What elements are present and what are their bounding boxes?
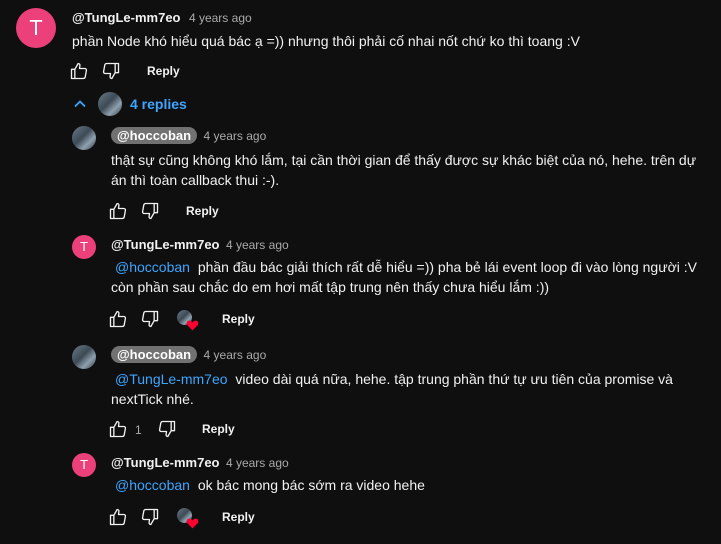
comment-author[interactable]: @TungLe-mm7eo — [72, 10, 181, 25]
comment-header: @TungLe-mm7eo 4 years ago — [72, 9, 252, 27]
like-button[interactable] — [108, 419, 128, 439]
thumb-up-icon — [108, 419, 128, 439]
reply-button[interactable]: Reply — [222, 312, 255, 326]
dislike-button[interactable] — [157, 419, 177, 439]
mention-link[interactable]: @hoccoban — [115, 477, 190, 493]
thumb-down-icon — [157, 419, 177, 439]
dislike-button[interactable] — [140, 309, 160, 329]
reply-button[interactable]: Reply — [222, 510, 255, 524]
thumb-down-icon — [140, 201, 160, 221]
reply-time[interactable]: 4 years ago — [226, 456, 289, 470]
like-count: 1 — [135, 423, 142, 437]
comment-time[interactable]: 4 years ago — [189, 11, 252, 25]
reply-header: @hoccoban 4 years ago — [111, 346, 266, 364]
like-button[interactable] — [108, 507, 128, 527]
reply-text-line: phần đầu bác giải thích rất dễ hiểu =)) … — [197, 259, 697, 275]
commenter-avatar[interactable]: T — [16, 8, 56, 48]
reply-button[interactable]: Reply — [147, 64, 180, 78]
thumb-down-icon — [101, 61, 121, 81]
thumb-up-icon — [108, 201, 128, 221]
reply-author-creator[interactable]: @hoccoban — [111, 346, 198, 363]
reply-text-line: nextTick nhé. — [111, 391, 194, 407]
reply-button[interactable]: Reply — [186, 204, 219, 218]
creator-heart-badge — [177, 310, 199, 332]
thumb-up-icon — [69, 61, 89, 81]
avatar-letter: T — [80, 458, 88, 472]
mention-link[interactable]: @hoccoban — [115, 259, 190, 275]
avatar-letter: T — [29, 16, 43, 40]
dislike-button[interactable] — [140, 507, 160, 527]
reply-avatar[interactable]: T — [72, 453, 96, 477]
creator-heart-badge — [177, 508, 199, 530]
reply-time[interactable]: 4 years ago — [204, 129, 267, 143]
thumb-up-icon — [108, 507, 128, 527]
reply-text-line: còn phần sau chắc do em hơi mất tập trun… — [111, 279, 550, 295]
thumb-down-icon — [140, 507, 160, 527]
like-button[interactable] — [108, 201, 128, 221]
reply-avatar[interactable]: T — [72, 235, 96, 259]
reply-author-creator[interactable]: @hoccoban — [111, 127, 198, 144]
reply-text: @TungLe-mm7eo video dài quá nữa, hehe. t… — [111, 369, 673, 409]
reply-avatar[interactable] — [72, 126, 96, 150]
reply-avatar[interactable] — [72, 345, 96, 369]
reply-text: @hoccoban ok bác mong bác sớm ra video h… — [111, 475, 425, 495]
comment-text: phần Node khó hiểu quá bác ạ =)) nhưng t… — [72, 33, 580, 49]
dislike-button[interactable] — [140, 201, 160, 221]
heart-icon — [186, 320, 199, 331]
reply-header: @TungLe-mm7eo 4 years ago — [111, 454, 289, 472]
reply-header: @TungLe-mm7eo 4 years ago — [111, 236, 289, 254]
reply-time[interactable]: 4 years ago — [226, 238, 289, 252]
replies-count-label: 4 replies — [130, 96, 187, 112]
reply-text-line: án thì toàn callback thui :-). — [111, 172, 280, 188]
avatar-letter: T — [80, 240, 88, 254]
reply-button[interactable]: Reply — [202, 422, 235, 436]
like-button[interactable] — [69, 61, 89, 81]
reply-text: thật sự cũng không khó lắm, tại cần thời… — [111, 150, 696, 190]
mention-link[interactable]: @TungLe-mm7eo — [115, 371, 228, 387]
thumb-down-icon — [140, 309, 160, 329]
reply-time[interactable]: 4 years ago — [204, 348, 267, 362]
thumb-up-icon — [108, 309, 128, 329]
reply-author[interactable]: @TungLe-mm7eo — [111, 237, 220, 252]
replies-toggle[interactable]: 4 replies — [72, 92, 187, 116]
chevron-up-icon — [74, 100, 86, 108]
reply-header: @hoccoban 4 years ago — [111, 127, 266, 145]
reply-author[interactable]: @TungLe-mm7eo — [111, 455, 220, 470]
reply-text-line: ok bác mong bác sớm ra video hehe — [197, 477, 425, 493]
reply-text-line: video dài quá nữa, hehe. tập trung phần … — [235, 371, 673, 387]
reply-text-line: thật sự cũng không khó lắm, tại cần thời… — [111, 152, 697, 168]
heart-icon — [186, 518, 199, 529]
like-button[interactable] — [108, 309, 128, 329]
creator-avatar-thumbnail — [98, 92, 122, 116]
reply-text: @hoccoban phần đầu bác giải thích rất dễ… — [111, 257, 697, 297]
dislike-button[interactable] — [101, 61, 121, 81]
